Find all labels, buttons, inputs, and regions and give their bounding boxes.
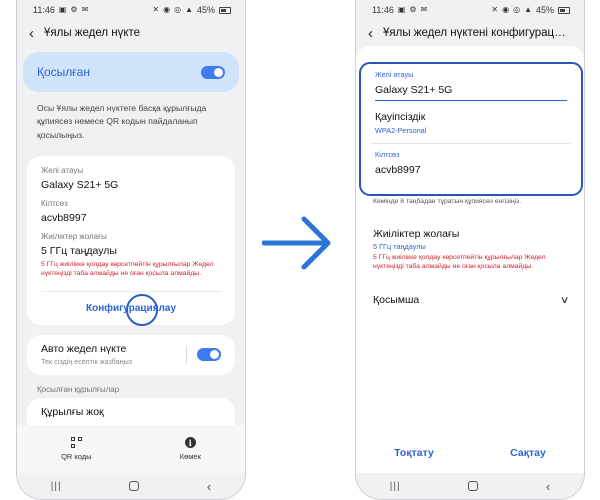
qr-code-icon: [70, 437, 82, 448]
battery-icon: [558, 6, 570, 14]
password-value: acvb8997: [41, 211, 87, 224]
hotspot-description: Осы Ұялы жедел нүктеге басқа құрылғыда қ…: [37, 103, 207, 140]
gallery-notification-icon: ▣: [58, 5, 67, 14]
auto-hotspot-title: Авто жедел нүкте: [41, 343, 127, 356]
password-input[interactable]: acvb8997: [375, 164, 567, 180]
hotspot-toggle[interactable]: [201, 65, 225, 79]
band-item: Жиіліктер жолағы 5 ГГц таңдаулы 5 ГГц жи…: [27, 232, 235, 287]
help-tab[interactable]: i Көмек: [180, 437, 201, 461]
configure-button[interactable]: Конфигурациялау: [41, 290, 221, 326]
home-icon[interactable]: [129, 481, 140, 491]
battery-percent: 45%: [535, 5, 554, 15]
status-time: 11:46: [372, 5, 394, 15]
mute-icon: ✕: [491, 5, 499, 14]
connected-devices-header: Қосылған құрылғылар: [37, 384, 120, 394]
nav-back-icon[interactable]: ‹: [207, 479, 211, 494]
back-arrow-icon[interactable]: ‹: [29, 26, 34, 41]
status-time: 11:46: [33, 5, 55, 15]
advanced-expander[interactable]: Қосымша ∨: [373, 294, 570, 306]
back-arrow-icon[interactable]: ‹: [368, 26, 373, 41]
band-warning: 5 ГГц жиілікке қолдау көрсетпейтін құрыл…: [41, 260, 214, 278]
password-label: Кілтсөз: [41, 198, 68, 208]
connected-toggle-row[interactable]: Қосылған: [23, 52, 239, 92]
phone-hotspot-settings: 11:46 ▣ ⚙ ✉ ✕ ◉ ◎ ▲ 45% ‹ Ұялы жедел нүк…: [16, 0, 246, 500]
security-selector[interactable]: Қауіпсіздік WPA2-Personal: [375, 111, 567, 135]
nav-back-icon[interactable]: ‹: [546, 479, 550, 494]
right-arrow-icon: [262, 216, 331, 270]
gallery-notification-icon: ▣: [397, 5, 406, 14]
recent-apps-icon[interactable]: |||: [51, 481, 62, 492]
security-value: WPA2-Personal: [375, 126, 427, 135]
hotspot-icon: ◎: [513, 5, 521, 14]
divider: [371, 143, 571, 144]
password-item: Кілтсөз acvb8997: [27, 199, 235, 232]
auto-hotspot-row[interactable]: Авто жедел нүкте Тек сіздің есептік жазб…: [27, 334, 235, 375]
system-nav-bar: ||| ‹: [356, 473, 584, 499]
auto-hotspot-subtitle: Тек сіздің есептік жазбаңыз: [41, 357, 133, 367]
settings-notification-icon: ⚙: [409, 5, 417, 14]
status-bar: 11:46 ▣ ⚙ ✉ ✕ ◉ ◎ ▲ 45%: [356, 0, 584, 20]
location-icon: ◉: [163, 5, 171, 14]
phone-configure-hotspot: 11:46 ▣ ⚙ ✉ ✕ ◉ ◎ ▲ 45% ‹ Ұялы жедел нүк…: [355, 0, 585, 500]
settings-notification-icon: ⚙: [70, 5, 78, 14]
battery-icon: [219, 6, 231, 14]
auto-hotspot-toggle[interactable]: [197, 348, 221, 362]
mail-notification-icon: ✉: [81, 5, 89, 14]
action-buttons: Тоқтату Сақтау: [356, 443, 584, 463]
hotspot-icon: ◎: [174, 5, 182, 14]
recent-apps-icon[interactable]: |||: [390, 481, 401, 492]
band-value: 5 ГГц таңдаулы: [373, 242, 426, 251]
hotspot-info-card: Желі атауы Galaxy S21+ 5G Кілтсөз acvb89…: [27, 155, 235, 326]
home-icon[interactable]: [468, 481, 479, 491]
app-bar: ‹ Ұялы жедел нүктені конфигурация...: [356, 20, 584, 46]
network-name-input[interactable]: Galaxy S21+ 5G: [375, 84, 567, 101]
status-bar: 11:46 ▣ ⚙ ✉ ✕ ◉ ◎ ▲ 45%: [17, 0, 245, 20]
info-icon: i: [184, 437, 196, 448]
chevron-down-icon: ∨: [559, 294, 570, 306]
battery-percent: 45%: [196, 5, 215, 15]
tap-highlight-circle: [126, 293, 158, 326]
mail-notification-icon: ✉: [420, 5, 428, 14]
band-label: Жиіліктер жолағы: [41, 231, 107, 241]
network-name-label: Желі атауы: [41, 165, 84, 175]
system-nav-bar: ||| ‹: [17, 473, 245, 499]
mute-icon: ✕: [152, 5, 160, 14]
qr-code-tab[interactable]: QR коды: [61, 437, 92, 461]
signal-icon: ▲: [524, 5, 532, 14]
cancel-button[interactable]: Тоқтату: [384, 443, 444, 463]
password-hint: Кемінде 8 таңбадан тұратын құпиясөз енгі…: [373, 198, 522, 205]
connected-label: Қосылған: [37, 65, 90, 79]
signal-icon: ▲: [185, 5, 193, 14]
divider: [186, 345, 187, 364]
band-value: 5 ГГц таңдаулы: [41, 244, 117, 257]
network-name-item: Желі атауы Galaxy S21+ 5G: [27, 166, 235, 199]
location-icon: ◉: [502, 5, 510, 14]
app-bar: ‹ Ұялы жедел нүкте: [17, 20, 245, 46]
band-warning: 5 ГГц жиілікке қолдау көрсетпейтін құрыл…: [373, 254, 546, 271]
network-name-value: Galaxy S21+ 5G: [41, 178, 119, 191]
bottom-tab-bar: QR коды i Көмек: [17, 425, 245, 473]
security-label: Қауіпсіздік: [375, 111, 426, 123]
qr-code-tab-label: QR коды: [61, 452, 92, 461]
band-selector[interactable]: Жиіліктер жолағы 5 ГГц таңдаулы 5 ГГц жи…: [373, 228, 574, 271]
page-title: Ұялы жедел нүктені конфигурация...: [383, 27, 572, 39]
highlighted-form-section: Желі атауы Galaxy S21+ 5G Қауіпсіздік WP…: [359, 62, 583, 196]
save-button[interactable]: Сақтау: [500, 443, 556, 463]
help-tab-label: Көмек: [179, 452, 201, 461]
page-title: Ұялы жедел нүкте: [44, 27, 141, 39]
advanced-label: Қосымша: [373, 294, 420, 306]
password-label: Кілтсөз: [375, 150, 400, 159]
no-devices-text: Құрылғы жоқ: [27, 397, 235, 428]
network-name-label: Желі атауы: [375, 70, 414, 79]
band-label: Жиіліктер жолағы: [373, 228, 460, 240]
